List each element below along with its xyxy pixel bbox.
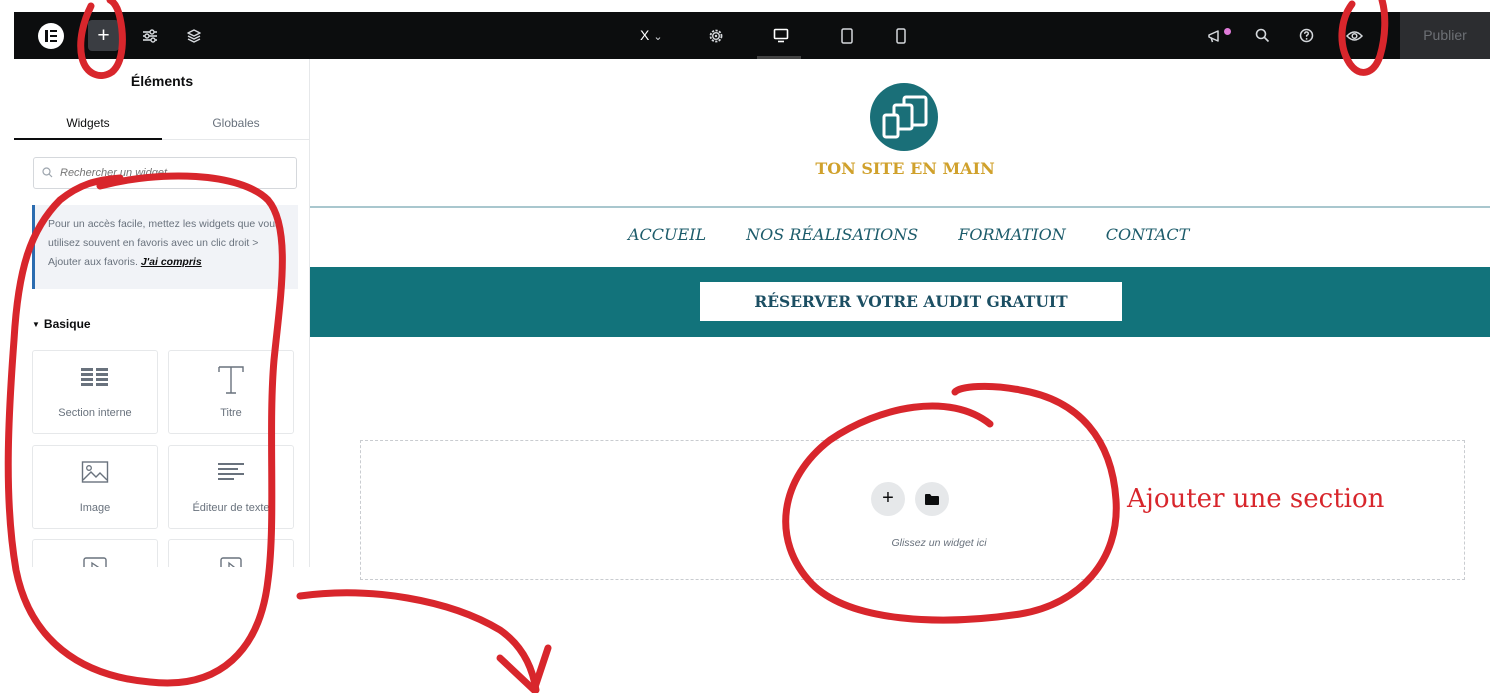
help-button[interactable] — [1294, 12, 1318, 59]
heading-icon — [169, 365, 293, 394]
elementor-logo-icon[interactable] — [38, 23, 64, 49]
header-divider — [310, 206, 1490, 208]
widget-label: Image — [79, 502, 111, 514]
image-icon — [33, 460, 157, 488]
mobile-icon — [896, 27, 906, 44]
notification-dot — [1224, 28, 1231, 35]
gear-icon — [709, 29, 723, 42]
page-selector-label: X — [640, 27, 650, 43]
megaphone-icon — [1207, 29, 1219, 42]
audit-cta-button[interactable]: RÉSERVER VOTRE AUDIT GRATUIT — [700, 282, 1122, 321]
widget-label: Section interne — [58, 407, 132, 419]
page-settings-button[interactable] — [138, 12, 162, 59]
favorites-tip: Pour un accès facile, mettez les widgets… — [32, 205, 298, 289]
help-icon — [1299, 28, 1313, 43]
eye-icon — [1345, 30, 1363, 41]
search-icon — [42, 167, 53, 178]
device-desktop-button[interactable] — [769, 12, 793, 59]
elements-panel: Éléments Widgets Globales Pour un accès … — [14, 59, 310, 567]
add-section-button[interactable]: + — [871, 482, 905, 516]
panel-tabs: Widgets Globales — [14, 107, 309, 140]
chevron-down-icon: ⌄ — [653, 31, 663, 43]
category-basique[interactable]: ▼ Basique — [32, 317, 91, 331]
widget-label: Titre — [220, 407, 242, 419]
annotation-arrow-head — [496, 644, 552, 693]
search-icon — [1255, 28, 1269, 43]
widget-video[interactable] — [32, 539, 158, 567]
preview-button[interactable] — [1340, 12, 1368, 59]
annotation-label: Ajouter une section — [1127, 484, 1385, 514]
structure-button[interactable] — [182, 12, 206, 59]
widget-button[interactable] — [168, 539, 294, 567]
folder-icon — [925, 494, 939, 505]
widget-search — [33, 157, 297, 189]
dropzone-hint: Glissez un widget ici — [891, 537, 987, 549]
layers-icon — [187, 28, 201, 43]
caret-down-icon: ▼ — [32, 320, 40, 329]
inner-section-icon — [33, 365, 157, 393]
add-template-button[interactable] — [915, 482, 949, 516]
cta-band: RÉSERVER VOTRE AUDIT GRATUIT — [310, 267, 1490, 337]
devices-logo-icon — [882, 95, 928, 139]
sliders-icon — [143, 28, 157, 43]
widget-search-input[interactable] — [60, 158, 290, 188]
widget-inner-section[interactable]: Section interne — [32, 350, 158, 434]
device-tablet-button[interactable] — [835, 12, 859, 59]
tab-widgets[interactable]: Widgets — [14, 107, 162, 140]
notifications-button[interactable] — [1202, 12, 1228, 59]
nav-item-accueil[interactable]: ACCUEIL — [628, 225, 706, 249]
top-toolbar: + X ⌄ Publier — [14, 12, 1490, 59]
widget-label: Éditeur de texte — [192, 502, 270, 514]
nav-item-contact[interactable]: CONTACT — [1106, 225, 1190, 249]
video-icon — [33, 554, 157, 567]
panel-title: Éléments — [130, 73, 194, 89]
tablet-icon — [841, 27, 853, 44]
text-editor-icon — [169, 460, 293, 488]
publish-button[interactable]: Publier — [1400, 12, 1490, 59]
widget-heading[interactable]: Titre — [168, 350, 294, 434]
plus-icon: + — [97, 24, 110, 47]
category-label: Basique — [43, 317, 91, 331]
desktop-icon — [773, 28, 789, 43]
tab-globales[interactable]: Globales — [162, 107, 309, 140]
site-logo — [870, 83, 938, 151]
nav-item-formation[interactable]: FORMATION — [958, 225, 1065, 249]
page-selector[interactable]: X ⌄ — [640, 12, 663, 59]
plus-icon: + — [882, 487, 894, 509]
widget-text-editor[interactable]: Éditeur de texte — [168, 445, 294, 529]
site-name: TON SITE EN MAIN — [815, 159, 995, 178]
dismiss-tip-link[interactable]: J'ai compris — [141, 256, 202, 268]
add-element-button[interactable]: + — [88, 20, 119, 51]
site-nav: ACCUEIL NOS RÉALISATIONS FORMATION CONTA… — [628, 225, 1229, 249]
search-button[interactable] — [1250, 12, 1274, 59]
active-tab-indicator — [14, 138, 162, 140]
button-icon — [169, 554, 293, 567]
device-mobile-button[interactable] — [889, 12, 913, 59]
annotation-arrow-curve — [296, 589, 540, 693]
site-settings-button[interactable] — [704, 12, 728, 59]
widget-image[interactable]: Image — [32, 445, 158, 529]
nav-item-realisations[interactable]: NOS RÉALISATIONS — [746, 225, 918, 249]
editor-root: + X ⌄ Publier Éléments Widgets Globales … — [0, 0, 1500, 693]
